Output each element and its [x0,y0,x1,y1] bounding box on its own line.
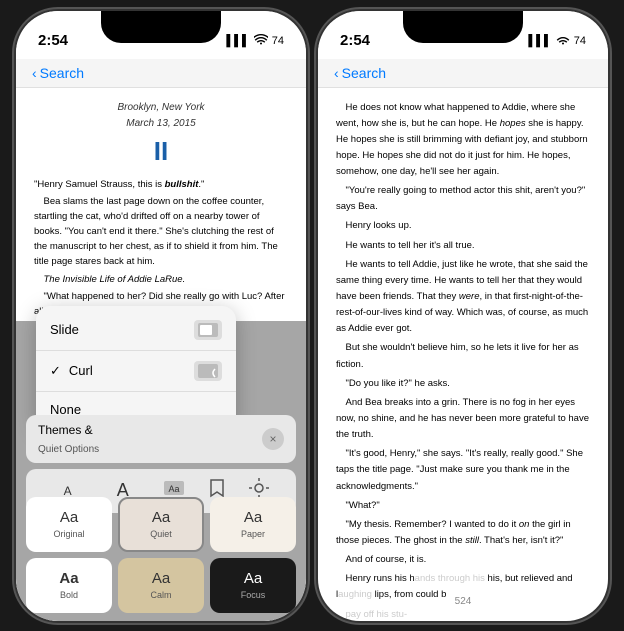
text-line: The Invisible Life of Addie LaRue. [34,272,288,287]
status-icons-left: ▌▌▌ 74 [226,34,284,48]
battery-icon-right: 74 [574,35,586,47]
theme-original[interactable]: Aa Original [26,497,112,552]
back-label-right: Search [342,65,386,81]
reading-para: pay off his stu- [336,607,590,621]
theme-label: Bold [60,590,78,600]
theme-aa: Aa [244,509,262,526]
signal-icon: ▌▌▌ [226,35,249,47]
wifi-icon-right [556,34,570,48]
nav-bar-right[interactable]: ‹ Search [318,59,608,88]
curl-icon [194,361,222,381]
reading-para: "It's good, Henry," she says. "It's real… [336,446,590,494]
signal-icon-right: ▌▌▌ [528,35,551,47]
themes-label: Themes & Quiet Options [38,421,99,457]
theme-aa: Aa [244,570,262,587]
reading-para: He wants to tell Addie, just like he wro… [336,257,590,338]
checkmark-icon: ✓ [50,363,61,379]
slide-icon [194,320,222,340]
slide-option[interactable]: Slide [36,310,236,351]
notch [101,11,221,43]
notch-right [403,11,523,43]
theme-aa: Aa [60,509,78,526]
right-phone-content: ‹ Search He does not know what happened … [318,59,608,621]
back-chevron-left: ‹ [32,65,37,81]
reading-para: But she wouldn't believe him, so he lets… [336,340,590,372]
battery-icon: 74 [272,35,284,47]
reading-para: And of course, it is. [336,552,590,568]
reading-para: "Do you like it?" he asks. [336,376,590,392]
left-phone: 2:54 ▌▌▌ 74 ‹ [16,11,306,621]
reading-para: "My thesis. Remember? I wanted to do it … [336,517,590,549]
back-button-right[interactable]: ‹ Search [334,65,386,81]
text-line: Bea slams the last page down on the coff… [34,194,288,270]
curl-label: Curl [69,363,93,378]
themes-title: Themes & [38,423,93,437]
status-icons-right: ▌▌▌ 74 [528,34,586,48]
theme-label: Quiet [150,529,172,539]
theme-focus[interactable]: Aa Focus [210,558,296,613]
theme-paper[interactable]: Aa Paper [210,497,296,552]
theme-aa: Aa [152,570,170,587]
back-button-left[interactable]: ‹ Search [32,65,84,81]
time-right: 2:54 [340,32,370,49]
theme-label: Paper [241,529,265,539]
back-label-left: Search [40,65,84,81]
slide-label: Slide [50,322,79,337]
theme-label: Calm [150,590,171,600]
slide-menu[interactable]: Slide ✓ Curl None [36,306,236,431]
theme-label: Focus [241,590,266,600]
curl-option[interactable]: ✓ Curl [36,351,236,392]
page-number: 524 [455,596,472,607]
reading-para: He does not know what happened to Addie,… [336,100,590,181]
svg-text:Aa: Aa [168,484,179,494]
reading-para: Henry looks up. [336,218,590,234]
reading-para: He wants to tell her it's all true. [336,238,590,254]
time-left: 2:54 [38,32,68,49]
theme-aa: Aa [59,570,78,587]
theme-calm[interactable]: Aa Calm [118,558,204,613]
theme-cards-grid: Aa Original Aa Quiet Aa Paper Aa Bold Aa [26,497,296,613]
right-phone: 2:54 ▌▌▌ 74 ‹ Sea [318,11,608,621]
back-chevron-right: ‹ [334,65,339,81]
themes-bar: Themes & Quiet Options × [26,415,296,463]
theme-quiet[interactable]: Aa Quiet [118,497,204,552]
book-header: Brooklyn, New YorkMarch 13, 2015 II [34,100,288,167]
left-phone-content: ‹ Search Brooklyn, New YorkMarch 13, 201… [16,59,306,621]
book-location: Brooklyn, New YorkMarch 13, 2015 [34,100,288,132]
phones-container: 2:54 ▌▌▌ 74 ‹ [16,11,608,621]
close-button[interactable]: × [262,428,284,450]
reading-content: He does not know what happened to Addie,… [318,88,608,621]
chapter-roman: II [34,136,288,167]
theme-aa: Aa [152,509,170,526]
text-line: "Henry Samuel Strauss, this is bullshit.… [34,177,288,192]
themes-subtitle: Quiet Options [38,444,99,455]
wifi-icon [254,34,268,48]
reading-para: "What?" [336,498,590,514]
theme-label: Original [53,529,84,539]
nav-bar-left[interactable]: ‹ Search [16,59,306,88]
reading-para: And Bea breaks into a grin. There is no … [336,395,590,443]
reading-para: "You're really going to method actor thi… [336,183,590,215]
theme-bold[interactable]: Aa Bold [26,558,112,613]
